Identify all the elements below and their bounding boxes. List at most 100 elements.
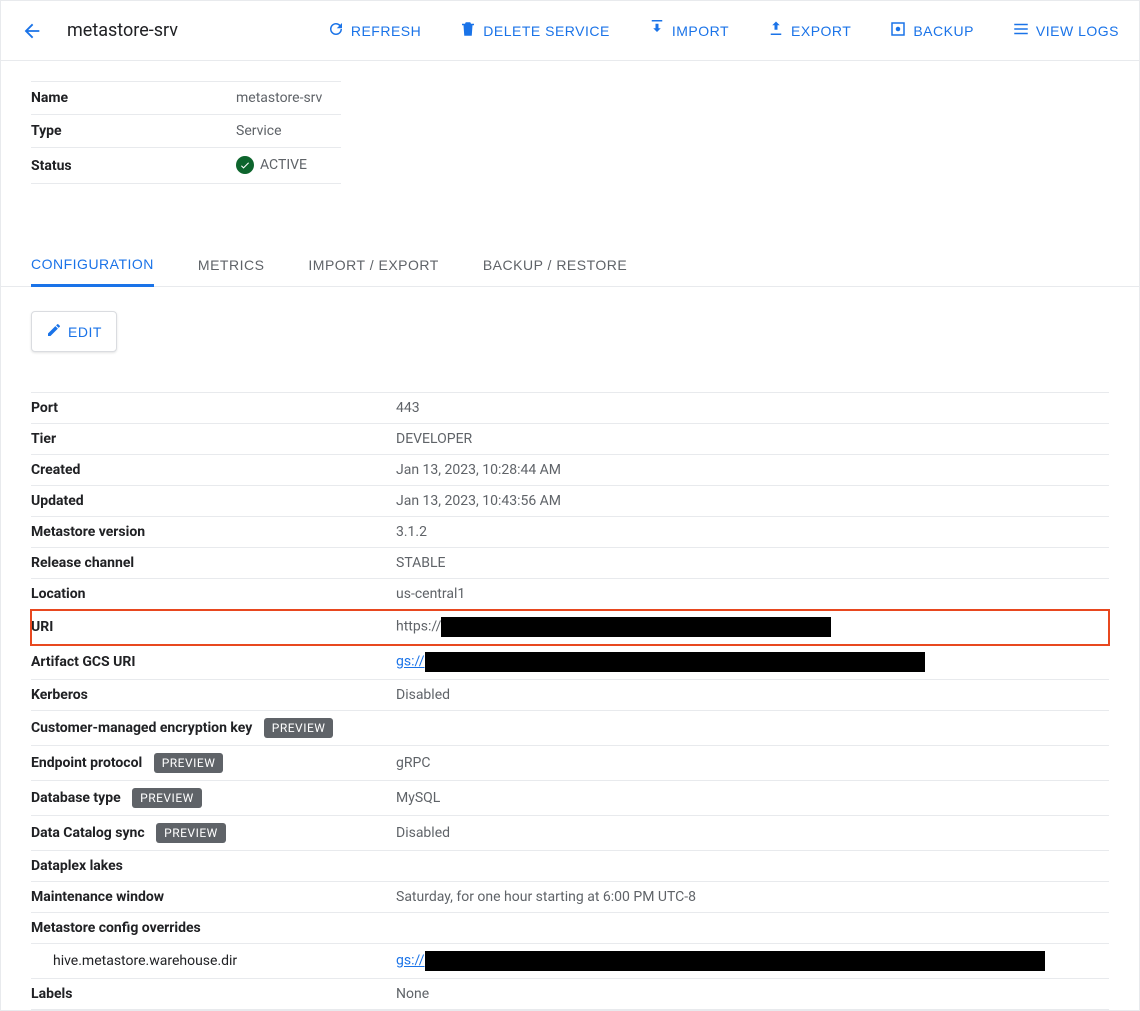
redacted-block: [425, 652, 925, 672]
config-release-channel-label: Release channel: [31, 548, 396, 579]
table-row: Metastore config overrides: [31, 913, 1109, 944]
toolbar: metastore-srv REFRESH DELETE SERVICE IMP…: [1, 1, 1139, 61]
table-row: Dataplex lakes: [31, 851, 1109, 882]
backup-icon: [889, 20, 907, 41]
trash-icon: [459, 20, 477, 41]
export-button[interactable]: EXPORT: [767, 20, 851, 41]
table-row: Labels None: [31, 979, 1109, 1010]
table-row: Artifact GCS URI gs://: [31, 645, 1109, 680]
table-row: Metastore version 3.1.2: [31, 517, 1109, 548]
refresh-icon: [327, 20, 345, 41]
check-icon: [236, 156, 254, 174]
toolbar-actions: REFRESH DELETE SERVICE IMPORT EXPORT BAC…: [327, 20, 1119, 41]
config-port-value: 443: [396, 393, 1109, 424]
table-row: Port 443: [31, 393, 1109, 424]
summary-name-value: metastore-srv: [236, 82, 341, 115]
config-endpoint-protocol-label: Endpoint protocol PREVIEW: [31, 746, 396, 781]
redacted-block: [425, 951, 1045, 971]
refresh-button[interactable]: REFRESH: [327, 20, 421, 41]
config-metastore-version-value: 3.1.2: [396, 517, 1109, 548]
config-uri-label: URI: [31, 610, 396, 645]
config-maintenance-window-value: Saturday, for one hour starting at 6:00 …: [396, 882, 1109, 913]
config-cmek-label: Customer-managed encryption key PREVIEW: [31, 711, 396, 746]
summary-type-value: Service: [236, 115, 341, 148]
config-dataplex-lakes-label: Dataplex lakes: [31, 851, 396, 882]
import-icon: [648, 20, 666, 41]
tab-metrics[interactable]: METRICS: [198, 244, 265, 286]
table-row: Tier DEVELOPER: [31, 424, 1109, 455]
config-metastore-version-label: Metastore version: [31, 517, 396, 548]
table-row: Location us-central1: [31, 579, 1109, 610]
edit-button[interactable]: EDIT: [31, 311, 117, 352]
summary-type-label: Type: [31, 115, 236, 148]
table-row: Type Service: [31, 115, 341, 148]
table-row: Endpoint protocol PREVIEW gRPC: [31, 746, 1109, 781]
tab-backup-restore[interactable]: BACKUP / RESTORE: [483, 244, 627, 286]
gcs-link[interactable]: gs://: [396, 953, 425, 969]
table-row: Database type PREVIEW MySQL: [31, 781, 1109, 816]
config-updated-label: Updated: [31, 486, 396, 517]
summary-status-label: Status: [31, 148, 236, 184]
preview-badge: PREVIEW: [156, 823, 226, 843]
status-badge: ACTIVE: [236, 156, 307, 174]
redacted-block: [441, 617, 831, 637]
table-row: Data Catalog sync PREVIEW Disabled: [31, 816, 1109, 851]
backup-label: BACKUP: [913, 23, 974, 39]
config-uri-value: https://: [396, 610, 1109, 645]
config-location-value: us-central1: [396, 579, 1109, 610]
config-tier-value: DEVELOPER: [396, 424, 1109, 455]
tabs: CONFIGURATION METRICS IMPORT / EXPORT BA…: [1, 244, 1139, 287]
logs-icon: [1012, 20, 1030, 41]
config-data-catalog-sync-value: Disabled: [396, 816, 1109, 851]
config-override-key: hive.metastore.warehouse.dir: [31, 944, 396, 979]
table-row: Updated Jan 13, 2023, 10:43:56 AM: [31, 486, 1109, 517]
config-labels-value: None: [396, 979, 1109, 1010]
config-cmek-value: [396, 711, 1109, 746]
summary-name-label: Name: [31, 82, 236, 115]
config-endpoint-protocol-value: gRPC: [396, 746, 1109, 781]
config-kerberos-label: Kerberos: [31, 680, 396, 711]
config-dataplex-lakes-value: [396, 851, 1109, 882]
config-artifact-gcs-uri-value: gs://: [396, 645, 1109, 680]
refresh-label: REFRESH: [351, 23, 421, 39]
table-row: Status ACTIVE: [31, 148, 341, 184]
config-table: Port 443 Tier DEVELOPER Created Jan 13, …: [31, 392, 1109, 1010]
edit-label: EDIT: [68, 324, 102, 340]
delete-button[interactable]: DELETE SERVICE: [459, 20, 610, 41]
backup-button[interactable]: BACKUP: [889, 20, 974, 41]
table-row: hive.metastore.warehouse.dir gs://: [31, 944, 1109, 979]
config-overrides-label: Metastore config overrides: [31, 913, 396, 944]
preview-badge: PREVIEW: [154, 753, 224, 773]
import-button[interactable]: IMPORT: [648, 20, 729, 41]
config-updated-value: Jan 13, 2023, 10:43:56 AM: [396, 486, 1109, 517]
table-row: Created Jan 13, 2023, 10:28:44 AM: [31, 455, 1109, 486]
summary-table: Name metastore-srv Type Service Status: [31, 81, 341, 184]
gcs-link[interactable]: gs://: [396, 654, 425, 670]
status-text: ACTIVE: [260, 157, 307, 173]
table-row: Customer-managed encryption key PREVIEW: [31, 711, 1109, 746]
config-kerberos-value: Disabled: [396, 680, 1109, 711]
config-uri-row: URI https://: [31, 610, 1109, 645]
delete-label: DELETE SERVICE: [483, 23, 610, 39]
view-logs-label: VIEW LOGS: [1036, 23, 1119, 39]
tab-import-export[interactable]: IMPORT / EXPORT: [308, 244, 438, 286]
config-override-value: gs://: [396, 944, 1109, 979]
table-row: Maintenance window Saturday, for one hou…: [31, 882, 1109, 913]
export-label: EXPORT: [791, 23, 851, 39]
config-artifact-gcs-uri-label: Artifact GCS URI: [31, 645, 396, 680]
config-tier-label: Tier: [31, 424, 396, 455]
preview-badge: PREVIEW: [264, 718, 334, 738]
tab-configuration[interactable]: CONFIGURATION: [31, 244, 154, 287]
config-labels-label: Labels: [31, 979, 396, 1010]
uri-prefix: https://: [396, 619, 441, 635]
export-icon: [767, 20, 785, 41]
pencil-icon: [46, 322, 62, 341]
table-row: Kerberos Disabled: [31, 680, 1109, 711]
import-label: IMPORT: [672, 23, 729, 39]
config-database-type-value: MySQL: [396, 781, 1109, 816]
view-logs-button[interactable]: VIEW LOGS: [1012, 20, 1119, 41]
config-created-value: Jan 13, 2023, 10:28:44 AM: [396, 455, 1109, 486]
config-release-channel-value: STABLE: [396, 548, 1109, 579]
page-title: metastore-srv: [67, 20, 178, 41]
back-arrow-icon[interactable]: [21, 20, 43, 42]
